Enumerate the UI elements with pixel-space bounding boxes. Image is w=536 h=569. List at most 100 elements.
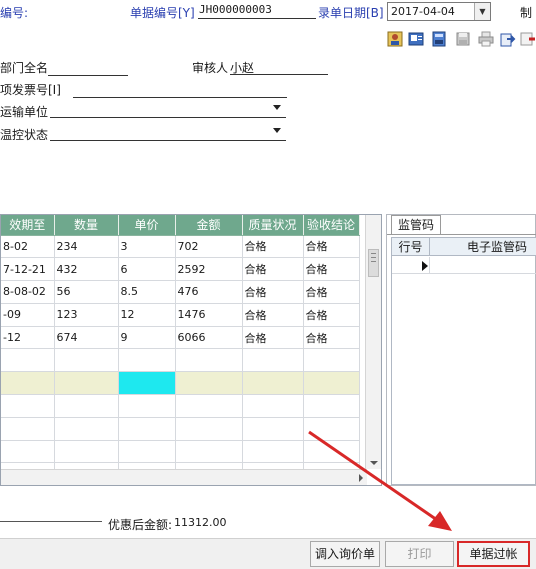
table-row[interactable]: 8-08-02 56 8.5 476 合格 合格 <box>1 280 360 304</box>
cell-acceptance[interactable] <box>303 371 360 396</box>
cell-expiry[interactable]: -09 <box>1 303 55 327</box>
col-electronic-code[interactable]: 电子监管码 <box>431 238 536 256</box>
cell-quantity[interactable]: 123 <box>54 303 119 327</box>
cell-quality[interactable] <box>242 348 304 373</box>
cell-unit-price-active[interactable] <box>118 371 176 396</box>
cell-expiry[interactable]: 7-12-21 <box>1 257 55 282</box>
scroll-right-icon[interactable] <box>359 474 363 482</box>
table-row[interactable]: 7-12-21 432 6 2592 合格 合格 <box>1 257 360 282</box>
col-quantity[interactable]: 数量 <box>54 215 119 236</box>
cell-quantity[interactable]: 674 <box>54 326 119 350</box>
department-field[interactable] <box>48 60 128 76</box>
table-row[interactable] <box>1 394 360 418</box>
cell-amount[interactable]: 476 <box>175 280 243 304</box>
cell-quantity[interactable]: 56 <box>54 280 119 304</box>
cell-quality[interactable] <box>242 394 304 418</box>
cell-quantity[interactable] <box>54 348 119 373</box>
table-row[interactable] <box>392 257 536 274</box>
cell-quality[interactable] <box>242 440 304 464</box>
cell-amount[interactable]: 6066 <box>175 326 243 350</box>
cell-expiry[interactable]: -12 <box>1 326 55 350</box>
cell-amount[interactable] <box>175 348 243 373</box>
cell-quantity[interactable] <box>54 417 119 441</box>
tab-supervision-code[interactable]: 监管码 <box>391 215 441 235</box>
col-row-number[interactable]: 行号 <box>392 238 430 256</box>
cell-acceptance[interactable]: 合格 <box>303 326 360 350</box>
cell-expiry[interactable] <box>1 371 55 396</box>
cell-acceptance[interactable] <box>303 394 360 418</box>
col-unit-price[interactable]: 单价 <box>118 215 176 236</box>
cell-unit-price[interactable]: 6 <box>118 257 176 282</box>
user-icon[interactable] <box>387 31 403 47</box>
post-document-button[interactable]: 单据过帐 <box>457 541 530 567</box>
table-row[interactable]: -12 674 9 6066 合格 合格 <box>1 326 360 350</box>
col-quality[interactable]: 质量状况 <box>242 215 304 236</box>
cell-amount[interactable]: 702 <box>175 235 243 259</box>
delete-icon[interactable] <box>520 31 536 47</box>
table-row[interactable]: 8-02 234 3 702 合格 合格 <box>1 235 360 259</box>
cell-amount[interactable]: 2592 <box>175 257 243 282</box>
cell-unit-price[interactable] <box>118 348 176 373</box>
grid-vertical-scrollbar[interactable] <box>365 215 381 469</box>
table-row[interactable] <box>1 417 360 441</box>
cell-acceptance[interactable]: 合格 <box>303 280 360 304</box>
cell-quantity[interactable]: 432 <box>54 257 119 282</box>
cell-expiry[interactable]: 8-08-02 <box>1 280 55 304</box>
cell-expiry[interactable] <box>1 440 55 464</box>
cell-amount[interactable] <box>175 394 243 418</box>
entry-date-picker[interactable]: 2017-04-04 ▼ <box>387 2 491 21</box>
cell-quantity[interactable] <box>54 394 119 418</box>
cell-acceptance[interactable] <box>303 348 360 373</box>
cell-quality[interactable] <box>242 371 304 396</box>
cell-amount[interactable] <box>175 417 243 441</box>
cell-quality[interactable]: 合格 <box>242 303 304 327</box>
cell-unit-price[interactable]: 8.5 <box>118 280 176 304</box>
shipping-unit-select[interactable] <box>50 102 286 118</box>
table-row-selected[interactable] <box>1 371 360 396</box>
col-expiry[interactable]: 效期至 <box>1 215 55 236</box>
book-icon[interactable] <box>431 31 447 47</box>
scroll-thumb[interactable] <box>368 249 379 277</box>
col-amount[interactable]: 金额 <box>175 215 243 236</box>
chevron-down-icon[interactable] <box>273 128 281 133</box>
cell-acceptance[interactable]: 合格 <box>303 235 360 259</box>
cell-quality[interactable]: 合格 <box>242 326 304 350</box>
save-icon[interactable] <box>455 31 471 47</box>
reviewer-field[interactable]: 小赵 <box>230 59 328 75</box>
supervision-code-grid[interactable]: 行号 电子监管码 <box>391 237 536 485</box>
table-row[interactable]: -09 123 12 1476 合格 合格 <box>1 303 360 327</box>
cell-amount[interactable] <box>175 371 243 396</box>
cell-acceptance[interactable] <box>303 417 360 441</box>
cell-expiry[interactable] <box>1 417 55 441</box>
grid-horizontal-scrollbar[interactable] <box>1 469 367 485</box>
table-row[interactable] <box>1 348 360 373</box>
cell-unit-price[interactable]: 9 <box>118 326 176 350</box>
cell-acceptance[interactable] <box>303 440 360 464</box>
export-icon[interactable] <box>500 31 516 47</box>
cell-quality[interactable] <box>242 417 304 441</box>
cell-quantity[interactable] <box>54 440 119 464</box>
cell-acceptance[interactable]: 合格 <box>303 257 360 282</box>
printer-icon[interactable] <box>478 31 494 47</box>
cell-expiry[interactable] <box>1 348 55 373</box>
cell-quality[interactable]: 合格 <box>242 257 304 282</box>
invoice-number-field[interactable] <box>73 82 287 98</box>
chevron-down-icon[interactable] <box>273 105 281 110</box>
cell-quantity[interactable]: 234 <box>54 235 119 259</box>
cell-quality[interactable]: 合格 <box>242 235 304 259</box>
cell-unit-price[interactable]: 12 <box>118 303 176 327</box>
print-button[interactable]: 打印 <box>385 541 454 567</box>
cell-unit-price[interactable] <box>118 440 176 464</box>
cell-unit-price[interactable] <box>118 417 176 441</box>
cell-quantity[interactable] <box>54 371 119 396</box>
col-acceptance[interactable]: 验收结论 <box>303 215 360 236</box>
card-icon[interactable] <box>408 31 424 47</box>
cell-unit-price[interactable]: 3 <box>118 235 176 259</box>
doc-number-field[interactable]: JH000000003 <box>198 3 316 19</box>
detail-grid[interactable]: 效期至 数量 单价 金额 质量状况 验收结论 8-02 234 3 702 合格 合格 7… <box>0 214 382 486</box>
cell-unit-price[interactable] <box>118 394 176 418</box>
cell-expiry[interactable] <box>1 394 55 418</box>
temperature-status-select[interactable] <box>50 125 286 141</box>
cell-acceptance[interactable]: 合格 <box>303 303 360 327</box>
cell-amount[interactable] <box>175 440 243 464</box>
